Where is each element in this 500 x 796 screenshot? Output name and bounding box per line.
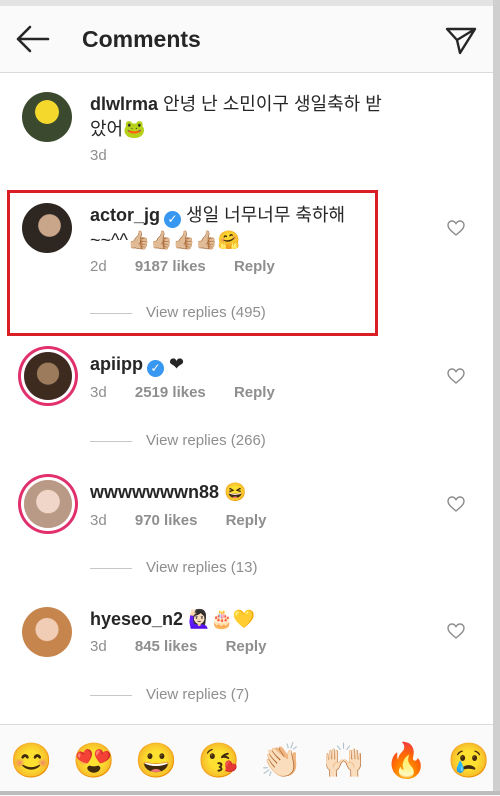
like-heart-icon[interactable] [447,623,465,639]
comment-meta: 3d 2519 likes Reply [90,384,299,401]
likes-count[interactable]: 2519 likes [135,384,206,401]
avatar[interactable] [24,352,72,400]
comment-text: actor_jg ✓ 생일 너무너무 축하해~~^^👍🏼👍🏼👍🏼👍🏼🤗 [90,203,360,253]
back-arrow-icon[interactable] [14,24,50,54]
smiling-face-emoji-button[interactable]: 😊 [10,741,52,781]
timestamp: 3d [90,147,107,164]
timestamp: 2d [90,258,107,275]
view-replies-link[interactable]: View replies (266) [90,432,266,449]
reply-button[interactable]: Reply [234,258,275,275]
bottom-edge [0,791,500,795]
avatar[interactable] [22,203,72,253]
username[interactable]: dlwlrma [90,94,158,114]
avatar[interactable] [22,607,72,657]
raising-hands-emoji-button[interactable]: 🙌🏻 [323,741,365,781]
comment-meta: 2d 9187 likes Reply [90,258,299,275]
avatar[interactable] [22,92,72,142]
comment-text: wwwwwwwn88 😆 [90,480,390,505]
comment-body: 😆 [224,482,247,502]
clapping-hands-emoji-button[interactable]: 👏🏻 [260,741,302,781]
page-title: Comments [82,26,201,52]
reply-button[interactable]: Reply [226,638,267,655]
comment-body: 🙋🏻‍♀️🎂💛 [188,609,256,629]
view-replies-link[interactable]: View replies (13) [90,559,257,576]
emoji-quick-bar: 😊 😍 😀 😘 👏🏻 🙌🏻 🔥 😢 [0,724,500,796]
heart-eyes-emoji-button[interactable]: 😍 [73,741,115,781]
like-heart-icon[interactable] [447,220,465,236]
divider [90,312,132,314]
comment-meta: 3d 845 likes Reply [90,638,290,655]
direct-send-icon[interactable] [444,24,478,56]
scroll-edge [493,0,500,795]
header: Comments [0,6,500,73]
like-heart-icon[interactable] [447,496,465,512]
reply-button[interactable]: Reply [226,512,267,529]
verified-badge-icon: ✓ [147,360,164,377]
verified-badge-icon: ✓ [164,211,182,228]
comment-text: apiipp ✓ ❤ [90,352,390,377]
view-replies-link[interactable]: View replies (7) [90,686,249,703]
likes-count[interactable]: 9187 likes [135,258,206,275]
comment-text: dlwlrma 안녕 난 소민이구 생일축하 받았어🐸 [90,92,390,142]
comment-meta: 3d 970 likes Reply [90,512,290,529]
divider [90,694,132,696]
avatar[interactable] [24,480,72,528]
like-heart-icon[interactable] [447,368,465,384]
divider [90,440,132,442]
divider [90,567,132,569]
kissing-face-emoji-button[interactable]: 😘 [198,741,240,781]
fire-emoji-button[interactable]: 🔥 [385,741,427,781]
username[interactable]: wwwwwwwn88 [90,482,219,502]
view-replies-link[interactable]: View replies (495) [90,304,266,321]
crying-face-emoji-button[interactable]: 😢 [448,741,490,781]
timestamp: 3d [90,512,107,529]
username[interactable]: hyeseo_n2 [90,609,183,629]
likes-count[interactable]: 845 likes [135,638,198,655]
username[interactable]: apiipp [90,354,143,374]
grinning-face-emoji-button[interactable]: 😀 [135,741,177,781]
timestamp: 3d [90,384,107,401]
comment-text: hyeseo_n2 🙋🏻‍♀️🎂💛 [90,607,390,632]
username[interactable]: actor_jg [90,205,160,225]
timestamp: 3d [90,638,107,655]
reply-button[interactable]: Reply [234,384,275,401]
comment-meta: 3d [90,147,131,164]
likes-count[interactable]: 970 likes [135,512,198,529]
comment-body: ❤ [169,354,185,374]
